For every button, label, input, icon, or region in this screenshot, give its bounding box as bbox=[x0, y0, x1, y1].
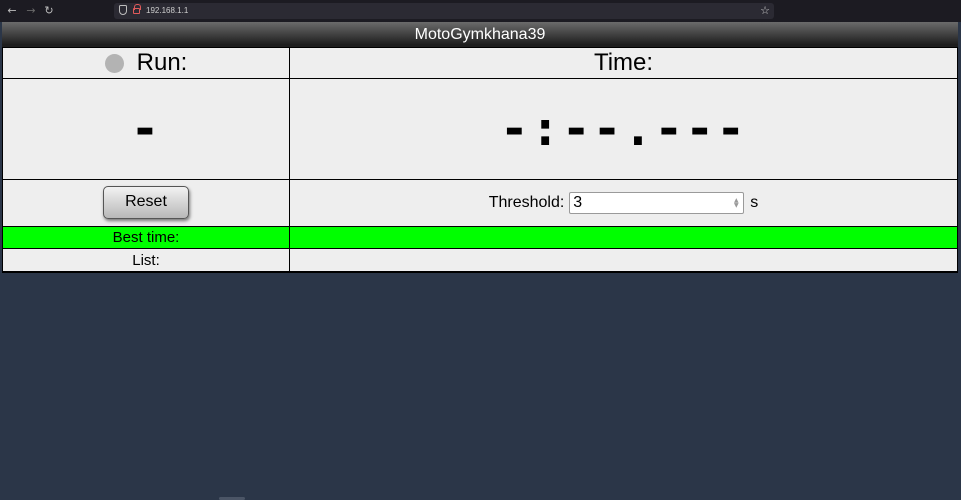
reset-cell: Reset bbox=[3, 180, 289, 226]
insecure-lock-icon[interactable] bbox=[133, 4, 141, 14]
shield-icon[interactable] bbox=[119, 5, 127, 15]
threshold-input[interactable]: 3 ▲ ▼ bbox=[569, 192, 745, 214]
best-time-label: Best time: bbox=[112, 229, 180, 246]
reset-button[interactable]: Reset bbox=[103, 185, 189, 219]
time-label: Time: bbox=[593, 49, 654, 76]
star-icon[interactable]: ☆ bbox=[760, 4, 770, 17]
arrow-right-icon[interactable]: → bbox=[24, 4, 38, 18]
time-header-cell: Time: bbox=[290, 48, 957, 78]
run-header-cell: Run: bbox=[3, 48, 289, 78]
gymkhana-app: MotoGymkhana39 Run: Time: - -:--.--- Res… bbox=[2, 22, 958, 273]
run-value-cell: - bbox=[3, 79, 289, 179]
spinner-arrows-icon[interactable]: ▲ ▼ bbox=[732, 198, 740, 209]
run-label: Run: bbox=[136, 49, 188, 76]
time-value: -:--.--- bbox=[499, 101, 748, 157]
best-time-value-cell bbox=[290, 227, 957, 248]
threshold-cell: Threshold: 3 ▲ ▼ s bbox=[290, 180, 957, 226]
list-label: List: bbox=[132, 251, 160, 269]
list-label-cell: List: bbox=[3, 249, 289, 271]
threshold-value[interactable]: 3 bbox=[573, 194, 582, 212]
threshold-control: Threshold: 3 ▲ ▼ s bbox=[488, 192, 759, 214]
threshold-label: Threshold: bbox=[488, 194, 565, 211]
time-value-cell: -:--.--- bbox=[290, 79, 957, 179]
arrow-left-icon[interactable]: ← bbox=[5, 4, 19, 18]
run-value: - bbox=[130, 101, 162, 157]
status-indicator-icon bbox=[104, 53, 124, 73]
list-value-cell bbox=[290, 249, 957, 271]
address-bar[interactable]: 192.168.1.1 ☆ bbox=[114, 3, 774, 19]
threshold-unit: s bbox=[750, 194, 759, 211]
reload-icon[interactable]: ↻ bbox=[42, 4, 56, 18]
browser-toolbar: ← → ↻ 192.168.1.1 ☆ bbox=[0, 0, 961, 22]
best-time-label-cell: Best time: bbox=[3, 227, 289, 248]
url-text[interactable]: 192.168.1.1 bbox=[146, 5, 188, 17]
app-title: MotoGymkhana39 bbox=[2, 22, 958, 47]
